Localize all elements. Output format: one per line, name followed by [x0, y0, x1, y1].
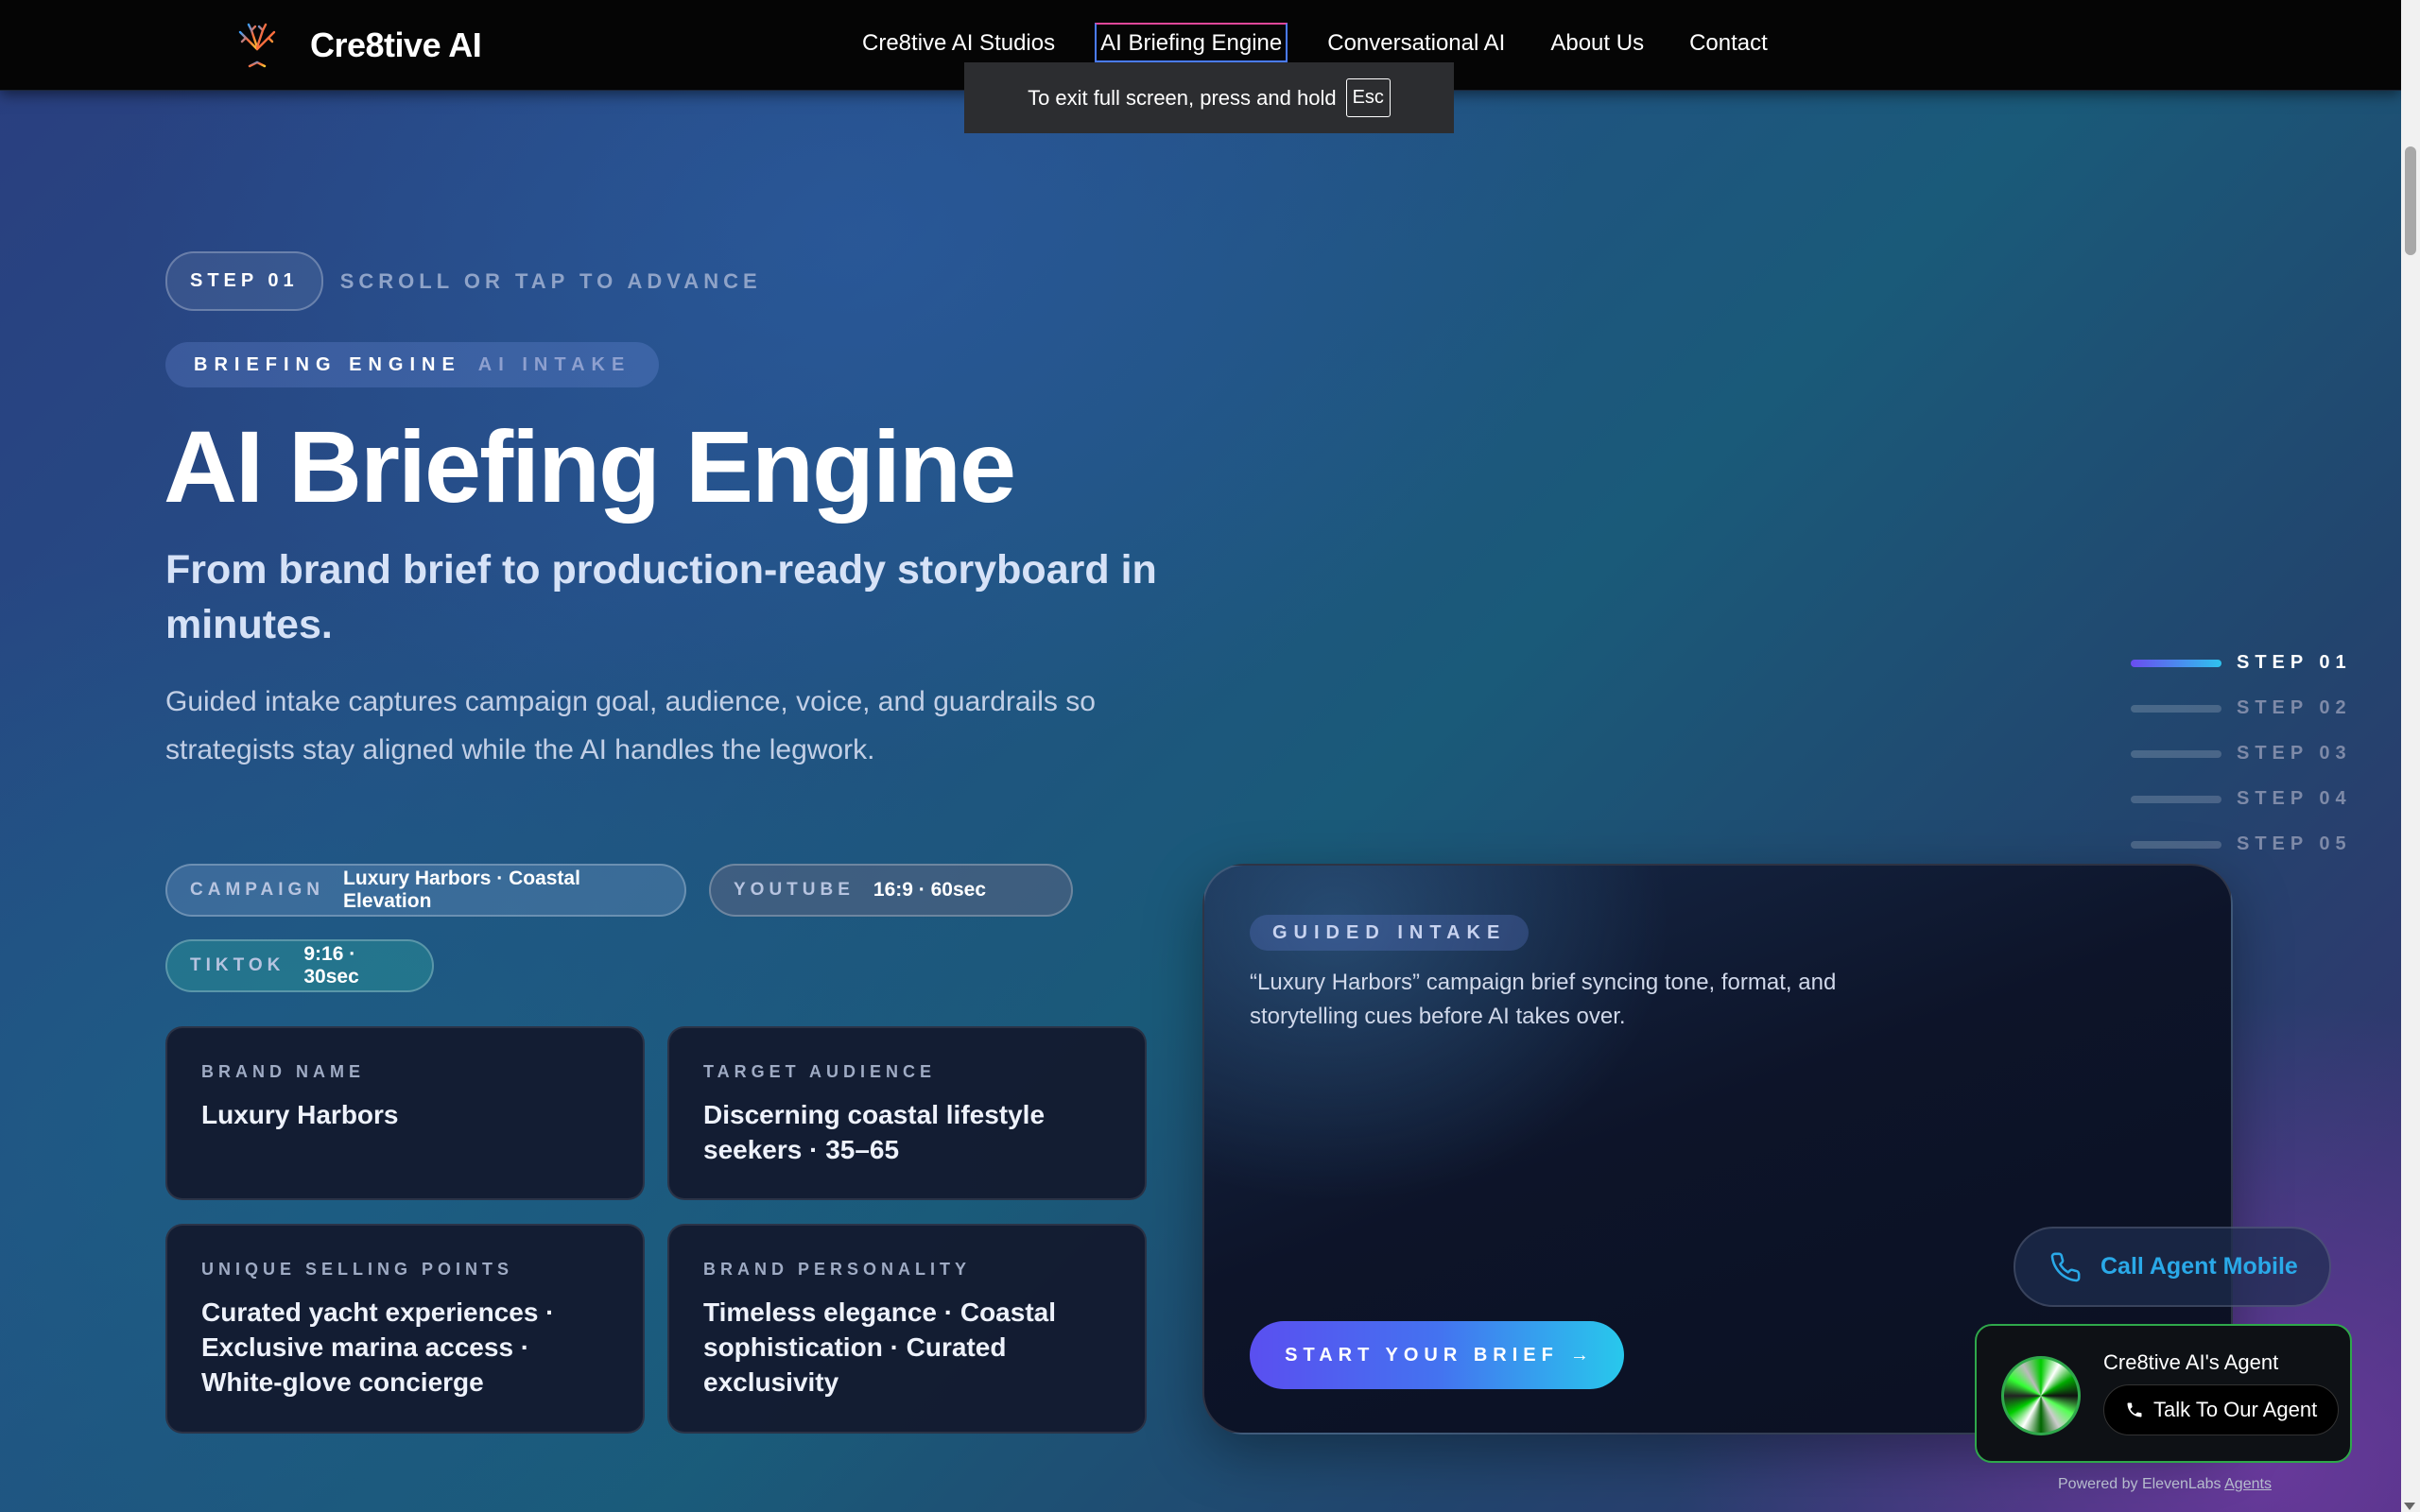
card-label: UNIQUE SELLING POINTS	[201, 1260, 514, 1279]
brand[interactable]: Cre8tive AI	[233, 21, 482, 70]
card-value: Curated yacht experiences · Exclusive ma…	[201, 1297, 555, 1397]
call-agent-label: Call Agent Mobile	[2100, 1253, 2298, 1280]
scrollbar-thumb[interactable]	[2405, 146, 2416, 255]
card-brand-name: BRAND NAME Luxury Harbors	[165, 1026, 645, 1200]
nav-link-studios[interactable]: Cre8tive AI Studios	[856, 23, 1061, 64]
nav-link-conversational-ai[interactable]: Conversational AI	[1322, 23, 1511, 64]
chip-value: 16:9 · 60sec	[873, 879, 986, 901]
call-agent-mobile-button[interactable]: Call Agent Mobile	[2014, 1227, 2331, 1307]
eyebrow-main: BRIEFING ENGINE	[194, 353, 461, 375]
rail-label: STEP 05	[2237, 833, 2352, 854]
chip-campaign: CAMPAIGN Luxury Harbors · Coastal Elevat…	[165, 864, 686, 917]
rail-bar	[2131, 840, 2221, 849]
rail-bar	[2131, 749, 2221, 758]
nav-links: Cre8tive AI Studios AI Briefing Engine C…	[856, 23, 1807, 64]
section-eyebrow: BRIEFING ENGINE AI INTAKE	[165, 342, 660, 387]
rail-bar	[2131, 795, 2221, 803]
card-unique-selling-points: UNIQUE SELLING POINTS Curated yacht expe…	[165, 1224, 645, 1434]
start-brief-button[interactable]: START YOUR BRIEF →	[1250, 1321, 1624, 1389]
rail-step-2[interactable]: STEP 02	[2131, 697, 2377, 719]
rail-step-1[interactable]: STEP 01	[2131, 652, 2377, 674]
nav-link-about-us[interactable]: About Us	[1545, 23, 1650, 64]
start-brief-label: START YOUR BRIEF	[1285, 1344, 1559, 1366]
fullscreen-toast-text: To exit full screen, press and hold	[1028, 85, 1337, 110]
rail-bar	[2131, 659, 2221, 667]
card-target-audience: TARGET AUDIENCE Discerning coastal lifes…	[667, 1026, 1147, 1200]
vertical-scrollbar[interactable]	[2401, 0, 2420, 1512]
arrow-right-icon: →	[1569, 1344, 1589, 1366]
agent-widget: Cre8tive AI's Agent Talk To Our Agent	[1975, 1324, 2352, 1463]
fullscreen-exit-toast: To exit full screen, press and hold Esc	[964, 62, 1454, 133]
phone-icon	[2127, 1402, 2142, 1418]
hero-description: Guided intake captures campaign goal, au…	[165, 686, 1096, 765]
powered-by-link[interactable]: Agents	[2224, 1476, 2272, 1492]
rail-label: STEP 01	[2237, 652, 2352, 673]
brand-name: Cre8tive AI	[310, 26, 482, 64]
chip-value: Luxury Harbors · Coastal Elevation	[343, 868, 580, 912]
rail-bar	[2131, 704, 2221, 713]
rail-label: STEP 02	[2237, 697, 2352, 718]
rail-label: STEP 04	[2237, 788, 2352, 809]
card-value: Luxury Harbors	[201, 1100, 399, 1129]
card-label: BRAND NAME	[201, 1062, 365, 1081]
nav-link-contact[interactable]: Contact	[1684, 23, 1773, 64]
panel-tag: GUIDED INTAKE	[1250, 915, 1530, 951]
phone-icon	[2050, 1252, 2081, 1281]
tree-logo-icon	[238, 23, 276, 68]
scroll-down-arrow-icon[interactable]	[2404, 1503, 2415, 1510]
card-label: BRAND PERSONALITY	[703, 1260, 972, 1279]
chip-value: 9:16 · 30sec	[303, 943, 359, 988]
powered-by-footer: Powered by ElevenLabs Agents	[2058, 1476, 2272, 1493]
panel-description: “Luxury Harbors” campaign brief syncing …	[1250, 970, 1837, 1029]
step-pill: STEP 01	[165, 251, 323, 311]
rail-step-4[interactable]: STEP 04	[2131, 788, 2377, 810]
talk-to-agent-button[interactable]: Talk To Our Agent	[2103, 1384, 2340, 1435]
rail-label: STEP 03	[2237, 743, 2352, 764]
chip-key: YOUTUBE	[734, 880, 855, 900]
chip-key: CAMPAIGN	[190, 880, 325, 900]
step-hint: SCROLL OR TAP TO ADVANCE	[339, 268, 762, 293]
eyebrow-dim: AI INTAKE	[477, 353, 631, 375]
chip-youtube: YOUTUBE 16:9 · 60sec	[709, 864, 1073, 917]
rail-step-3[interactable]: STEP 03	[2131, 743, 2377, 765]
page-title: AI Briefing Engine	[164, 409, 1016, 524]
powered-by-text: Powered by ElevenLabs	[2058, 1476, 2221, 1492]
card-brand-personality: BRAND PERSONALITY Timeless elegance · Co…	[667, 1224, 1147, 1434]
agent-avatar-orb	[2001, 1356, 2081, 1435]
agent-title: Cre8tive AI's Agent	[2103, 1350, 2279, 1374]
card-value: Discerning coastal lifestyle seekers · 3…	[703, 1100, 1046, 1164]
chip-tiktok: TIKTOK 9:16 · 30sec	[165, 939, 434, 992]
talk-to-agent-label: Talk To Our Agent	[2153, 1398, 2318, 1421]
chip-key: TIKTOK	[190, 955, 285, 975]
nav-link-briefing-engine[interactable]: AI Briefing Engine	[1095, 23, 1288, 64]
step-indicator-row: STEP 01 SCROLL OR TAP TO ADVANCE	[165, 251, 762, 311]
card-label: TARGET AUDIENCE	[703, 1062, 936, 1081]
rail-step-5[interactable]: STEP 05	[2131, 833, 2377, 855]
hero-subtitle: From brand brief to production-ready sto…	[165, 547, 1157, 647]
esc-key-badge: Esc	[1345, 78, 1391, 117]
card-value: Timeless elegance · Coastal sophisticati…	[703, 1297, 1056, 1397]
